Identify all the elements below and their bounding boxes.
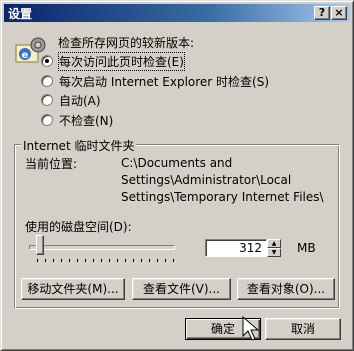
option-never-label[interactable]: 不检查(N)	[59, 112, 113, 129]
view-files-button[interactable]: 查看文件(V)...	[132, 278, 231, 300]
slider-tick	[77, 259, 78, 262]
slider-tick	[93, 259, 94, 262]
slider-tick	[109, 259, 110, 262]
option-automatic-label[interactable]: 自动(A)	[59, 92, 101, 109]
close-button[interactable]: ×	[331, 6, 347, 20]
radio-every-visit[interactable]	[41, 55, 53, 67]
slider-tick	[149, 259, 150, 262]
svg-text:e: e	[22, 50, 29, 61]
disk-slider-ticks	[37, 259, 174, 263]
spin-up-button[interactable]: ▲	[267, 239, 281, 248]
slider-tick	[101, 259, 102, 262]
view-objects-button[interactable]: 查看对象(O)...	[237, 278, 335, 300]
slider-tick	[165, 259, 166, 262]
slider-tick	[45, 259, 46, 262]
slider-tick	[173, 259, 174, 262]
slider-tick	[69, 259, 70, 262]
help-button[interactable]: ?	[314, 6, 330, 20]
location-label: 当前位置:	[25, 157, 78, 171]
location-line: Settings\Administrator\Local	[121, 173, 292, 187]
mouse-cursor-icon	[242, 316, 260, 341]
cancel-button[interactable]: 取消	[265, 318, 341, 340]
slider-tick	[141, 259, 142, 262]
title-bar[interactable]: 设置 ? ×	[4, 4, 350, 22]
slider-tick	[85, 259, 86, 262]
disk-slider-track[interactable]	[29, 245, 175, 250]
slider-tick	[53, 259, 54, 262]
disk-space-input[interactable]: 312	[205, 239, 267, 257]
temp-files-group-title: Internet 临时文件夹	[21, 137, 137, 154]
location-value: C:\Documents and Settings\Administrator\…	[121, 155, 341, 206]
window-title: 设置	[8, 7, 33, 21]
disk-slider-thumb[interactable]	[35, 235, 44, 255]
slider-tick	[157, 259, 158, 262]
check-heading: 检查所存网页的较新版本:	[58, 36, 195, 50]
slider-tick	[37, 259, 38, 262]
slider-tick	[133, 259, 134, 262]
location-line: Settings\Temporary Internet Files\	[121, 190, 324, 204]
slider-tick	[61, 259, 62, 262]
radio-never[interactable]	[41, 114, 53, 126]
slider-tick	[125, 259, 126, 262]
radio-every-start[interactable]	[41, 75, 53, 87]
radio-automatic[interactable]	[41, 94, 53, 106]
spin-down-button[interactable]: ▼	[267, 248, 281, 257]
location-line: C:\Documents and	[121, 156, 233, 170]
option-every-visit-label[interactable]: 每次访问此页时检查(E)	[58, 52, 185, 71]
option-every-start-label[interactable]: 每次启动 Internet Explorer 时检查(S)	[59, 73, 269, 90]
settings-dialog: 设置 ? × e 检查所存网页的较新版本: 每次访问此页时检查(E) 每次启动 …	[0, 0, 354, 351]
unit-label: MB	[297, 241, 316, 255]
slider-tick	[117, 259, 118, 262]
disk-space-label: 使用的磁盘空间(D):	[25, 220, 132, 234]
move-folder-button[interactable]: 移动文件夹(M)...	[21, 278, 125, 300]
